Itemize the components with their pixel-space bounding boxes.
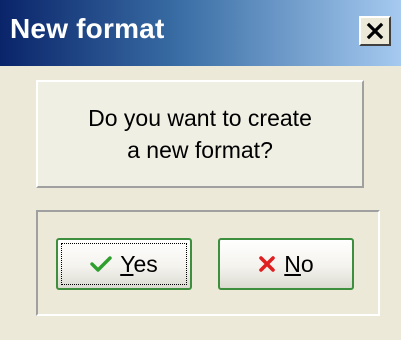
red-x-icon <box>258 255 276 273</box>
no-button-label: No <box>284 250 314 277</box>
dialog-title: New format <box>10 13 165 44</box>
focus-ring <box>61 243 187 285</box>
message-panel: Do you want to create a new format? <box>36 80 364 188</box>
message-text: Do you want to create a new format? <box>50 102 350 166</box>
new-format-dialog: New format Do you want to create a new f… <box>0 0 401 340</box>
close-button[interactable] <box>359 16 391 46</box>
message-line-2: a new format? <box>127 137 273 163</box>
button-group: Yes No <box>36 210 380 316</box>
no-button[interactable]: No <box>218 238 354 290</box>
message-line-1: Do you want to create <box>88 105 312 131</box>
close-icon <box>366 22 384 40</box>
title-bar[interactable]: New format <box>0 0 401 66</box>
yes-button[interactable]: Yes <box>56 238 192 290</box>
